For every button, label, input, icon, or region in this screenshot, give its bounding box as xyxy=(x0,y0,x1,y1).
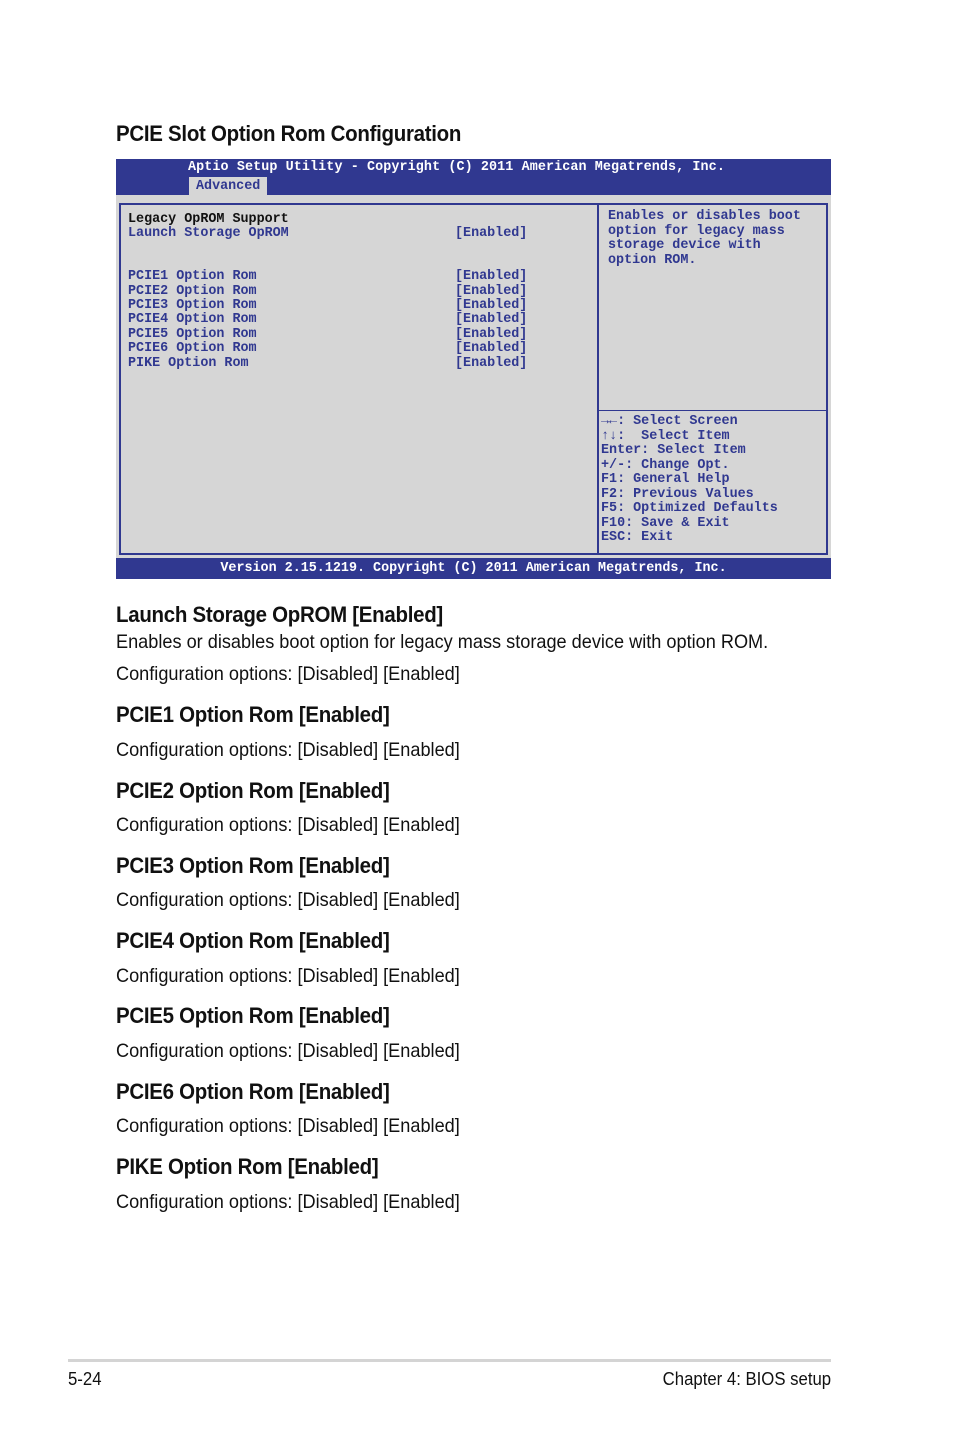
section-title-pike: PIKE Option Rom [Enabled] xyxy=(116,1154,379,1179)
key-esc: ESC: Exit xyxy=(601,530,674,545)
page-number: 5-24 xyxy=(68,1369,102,1389)
setting-value[interactable]: [Enabled] xyxy=(455,312,527,327)
section-title-pcie1: PCIE1 Option Rom [Enabled] xyxy=(116,702,390,727)
chapter-label: Chapter 4: BIOS setup xyxy=(662,1369,831,1389)
setting-label: PCIE2 Option Rom xyxy=(128,284,257,299)
setting-label: PCIE4 Option Rom xyxy=(128,312,257,327)
bios-title: Aptio Setup Utility - Copyright (C) 2011… xyxy=(188,160,725,175)
bios-help-panel: Enables or disables boot option for lega… xyxy=(599,205,826,553)
setting-label: PCIE5 Option Rom xyxy=(128,327,257,342)
setting-pcie5-option-rom[interactable]: PCIE5 Option Rom [Enabled] xyxy=(128,327,588,342)
help-text: Enables or disables boot option for lega… xyxy=(608,209,801,268)
settings-heading: Legacy OpROM Support xyxy=(128,212,588,227)
setting-pcie1-option-rom[interactable]: PCIE1 Option Rom [Enabled] xyxy=(128,269,588,284)
key-f10: F10: Save & Exit xyxy=(601,515,730,531)
setting-pcie3-option-rom[interactable]: PCIE3 Option Rom [Enabled] xyxy=(128,298,588,313)
setting-value[interactable]: [Enabled] xyxy=(455,226,527,241)
setting-pike-option-rom[interactable]: PIKE Option Rom [Enabled] xyxy=(128,356,588,371)
key-change-opt: +/-: Change Opt. xyxy=(601,457,730,473)
setting-pcie4-option-rom[interactable]: PCIE4 Option Rom [Enabled] xyxy=(128,312,588,327)
section-options: Configuration options: [Disabled] [Enabl… xyxy=(116,739,460,761)
footer-rule xyxy=(68,1359,831,1362)
section-title-pcie5: PCIE5 Option Rom [Enabled] xyxy=(116,1003,390,1028)
setting-value[interactable]: [Enabled] xyxy=(455,341,527,356)
bios-screenshot: Aptio Setup Utility - Copyright (C) 2011… xyxy=(116,159,831,579)
key-f1: F1: General Help xyxy=(601,472,730,487)
key-legend: →←: Select Screen ↑↓: Select Item Enter:… xyxy=(601,414,778,546)
settings-heading-label: Legacy OpROM Support xyxy=(128,212,289,227)
key-select-item: ↑↓: Select Item xyxy=(601,428,730,444)
section-options: Configuration options: [Disabled] [Enabl… xyxy=(116,1191,460,1213)
setting-pcie6-option-rom[interactable]: PCIE6 Option Rom [Enabled] xyxy=(128,341,588,356)
section-title-pcie4: PCIE4 Option Rom [Enabled] xyxy=(116,928,390,953)
section-options: Configuration options: [Disabled] [Enabl… xyxy=(116,663,460,685)
setting-value[interactable]: [Enabled] xyxy=(455,269,527,284)
setting-value[interactable]: [Enabled] xyxy=(455,284,527,299)
section-options: Configuration options: [Disabled] [Enabl… xyxy=(116,965,460,987)
tab-advanced[interactable]: Advanced xyxy=(189,177,268,195)
key-select-screen: →←: Select Screen xyxy=(601,414,738,429)
setting-label: PCIE1 Option Rom xyxy=(128,269,257,284)
setting-value[interactable]: [Enabled] xyxy=(455,356,527,371)
section-title-pcie6: PCIE6 Option Rom [Enabled] xyxy=(116,1079,390,1104)
page-title: PCIE Slot Option Rom Configuration xyxy=(116,121,462,146)
setting-launch-storage-oprom[interactable]: Launch Storage OpROM [Enabled] xyxy=(128,226,588,241)
setting-label: PIKE Option Rom xyxy=(128,356,249,371)
setting-pcie2-option-rom[interactable]: PCIE2 Option Rom [Enabled] xyxy=(128,284,588,299)
section-title-pcie2: PCIE2 Option Rom [Enabled] xyxy=(116,778,390,803)
key-f5: F5: Optimized Defaults xyxy=(601,501,778,516)
key-f2: F2: Previous Values xyxy=(601,486,754,502)
bios-header: Aptio Setup Utility - Copyright (C) 2011… xyxy=(116,159,831,195)
key-enter: Enter: Select Item xyxy=(601,443,746,458)
section-options: Configuration options: [Disabled] [Enabl… xyxy=(116,814,460,836)
bios-main-panel: Legacy OpROM Support Launch Storage OpRO… xyxy=(119,203,828,555)
setting-label: PCIE6 Option Rom xyxy=(128,341,257,356)
section-options: Configuration options: [Disabled] [Enabl… xyxy=(116,1115,460,1137)
setting-label: PCIE3 Option Rom xyxy=(128,298,257,313)
section-description: Enables or disables boot option for lega… xyxy=(116,631,769,653)
section-options: Configuration options: [Disabled] [Enabl… xyxy=(116,1040,460,1062)
section-options: Configuration options: [Disabled] [Enabl… xyxy=(116,889,460,911)
section-title-pcie3: PCIE3 Option Rom [Enabled] xyxy=(116,853,390,878)
help-divider xyxy=(599,410,826,411)
setting-value[interactable]: [Enabled] xyxy=(455,298,527,313)
section-title-launch-storage: Launch Storage OpROM [Enabled] xyxy=(116,602,443,627)
bios-footer: Version 2.15.1219. Copyright (C) 2011 Am… xyxy=(116,558,831,579)
setting-label: Launch Storage OpROM xyxy=(128,226,289,241)
setting-value[interactable]: [Enabled] xyxy=(455,327,527,342)
bios-settings-list: Legacy OpROM Support Launch Storage OpRO… xyxy=(121,205,597,553)
